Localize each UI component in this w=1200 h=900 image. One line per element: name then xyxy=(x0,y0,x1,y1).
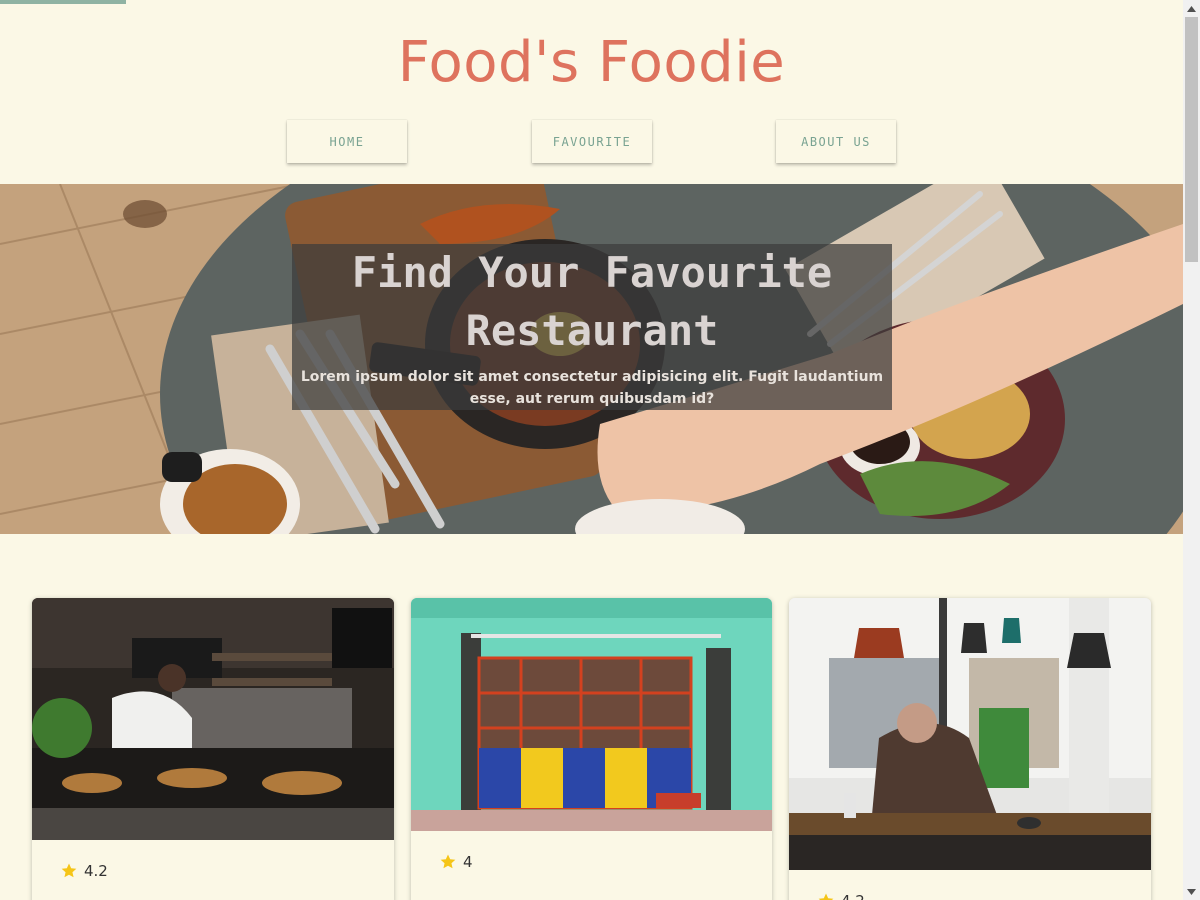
hero-title: Find Your Favourite Restaurant xyxy=(351,248,833,355)
site-title: Food's Foodie xyxy=(397,30,786,95)
main-nav: HOME FAVOURITE ABOUT US xyxy=(0,120,1183,164)
restaurant-card[interactable]: 4 xyxy=(411,598,772,900)
page: Food's Foodie HOME FAVOURITE ABOUT US Fi… xyxy=(0,0,1183,900)
rating-value: 4.2 xyxy=(84,862,108,880)
card-rating: 4 xyxy=(439,853,473,871)
hero-banner: Find Your Favourite Restaurant Lorem ips… xyxy=(0,184,1183,534)
restaurant-card[interactable]: 4.2 xyxy=(789,598,1151,900)
star-icon xyxy=(61,863,77,878)
nav-home-button[interactable]: HOME xyxy=(287,120,407,163)
scrollbar-thumb[interactable] xyxy=(1185,17,1198,262)
card-image xyxy=(32,598,394,840)
colorful-storefront-photo xyxy=(411,598,772,831)
nav-about-button[interactable]: ABOUT US xyxy=(776,120,896,163)
star-icon xyxy=(440,854,456,869)
card-image xyxy=(789,598,1151,870)
restaurant-cards: 4.2 4 xyxy=(32,598,1152,900)
restaurant-counter-photo xyxy=(32,598,394,840)
cafe-interior-photo xyxy=(789,598,1151,870)
hero-text-overlay: Find Your Favourite Restaurant Lorem ips… xyxy=(292,244,892,410)
hero-subtitle: Lorem ipsum dolor sit amet consectetur a… xyxy=(300,369,884,407)
rating-value: 4 xyxy=(463,853,473,871)
scroll-down-arrow-icon[interactable] xyxy=(1183,883,1200,900)
site-header: Food's Foodie HOME FAVOURITE ABOUT US xyxy=(0,0,1183,184)
card-image xyxy=(411,598,772,831)
nav-favourite-button[interactable]: FAVOURITE xyxy=(532,120,652,163)
star-icon xyxy=(818,893,834,900)
restaurant-card[interactable]: 4.2 xyxy=(32,598,394,900)
scroll-up-arrow-icon[interactable] xyxy=(1183,0,1200,17)
card-rating: 4.2 xyxy=(60,862,108,880)
card-rating: 4.2 xyxy=(817,892,865,900)
rating-value: 4.2 xyxy=(841,892,865,900)
vertical-scrollbar[interactable] xyxy=(1183,0,1200,900)
